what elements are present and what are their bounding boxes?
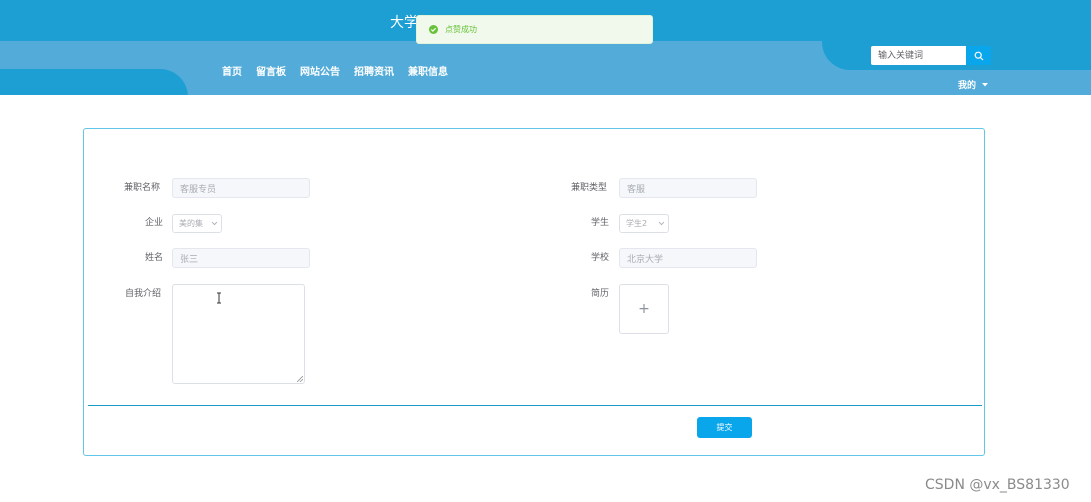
job-type-label: 兼职类型 <box>571 183 608 193</box>
nav-announcements[interactable]: 网站公告 <box>300 63 340 78</box>
company-select-value: 美的集 <box>179 219 203 228</box>
student-select-value: 学生2 <box>626 219 648 228</box>
name-label: 姓名 <box>145 253 164 263</box>
success-check-icon <box>429 25 438 34</box>
company-label: 企业 <box>145 218 164 228</box>
caret-down-icon <box>982 82 989 86</box>
nav-recruitment[interactable]: 招聘资讯 <box>354 63 394 78</box>
watermark: CSDN @vx_BS81330 <box>925 477 1070 493</box>
intro-label: 自我介绍 <box>125 289 162 299</box>
search-box <box>871 46 991 65</box>
school-label: 学校 <box>591 253 610 263</box>
company-select[interactable]: 美的集 <box>172 214 222 233</box>
resume-label: 简历 <box>591 289 610 299</box>
user-menu[interactable]: 我的 <box>958 78 989 91</box>
job-name-label: 兼职名称 <box>124 183 161 193</box>
job-type-field: 客服 <box>619 178 757 198</box>
student-label: 学生 <box>591 218 610 228</box>
plus-icon: + <box>638 301 650 317</box>
submit-button[interactable]: 提交 <box>697 417 752 438</box>
nav-home[interactable]: 首页 <box>222 63 242 78</box>
search-input[interactable] <box>871 46 966 65</box>
resize-handle-icon[interactable] <box>297 376 303 382</box>
form-divider <box>88 405 982 406</box>
toast-message: 点赞成功 <box>445 25 477 34</box>
main-nav: 首页 留言板 网站公告 招聘资讯 兼职信息 <box>222 63 448 78</box>
site-title: 大学 <box>390 15 418 31</box>
nav-message-board[interactable]: 留言板 <box>256 63 286 78</box>
search-button[interactable] <box>966 46 991 65</box>
nav-part-time-jobs[interactable]: 兼职信息 <box>408 63 448 78</box>
header-decoration-left <box>0 69 188 95</box>
job-name-field: 客服专员 <box>172 178 310 198</box>
text-cursor-icon <box>217 292 221 304</box>
school-field: 北京大学 <box>619 248 757 268</box>
search-icon <box>974 51 983 60</box>
intro-textarea[interactable] <box>172 284 305 384</box>
resume-upload[interactable]: + <box>619 284 669 334</box>
chevron-down-icon <box>658 221 665 226</box>
chevron-down-icon <box>211 221 218 226</box>
user-menu-label: 我的 <box>958 81 977 91</box>
success-toast: 点赞成功 <box>416 15 653 44</box>
student-select[interactable]: 学生2 <box>619 214 669 233</box>
name-field: 张三 <box>172 248 310 268</box>
